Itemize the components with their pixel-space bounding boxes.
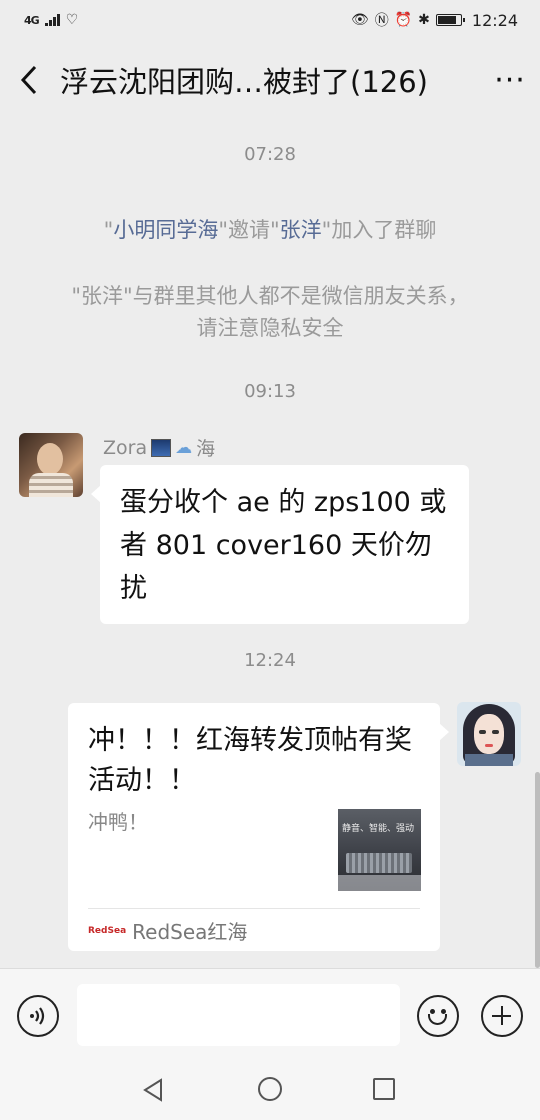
status-left: 4G ♡ [24, 12, 78, 28]
title-bar: 浮云沈阳团购…被封了(126) ··· [0, 40, 540, 120]
avatar-lips [485, 744, 493, 747]
timestamp: 09:13 [244, 381, 296, 402]
quote: " [270, 218, 280, 242]
card-description: 冲鸭！ [88, 810, 148, 834]
message-input[interactable] [77, 984, 400, 1046]
voice-icon[interactable] [17, 995, 59, 1037]
timestamp: 12:24 [244, 650, 296, 671]
card-source: RedSea RedSea红海 [88, 916, 247, 945]
chat-title: 浮云沈阳团购…被封了(126) [60, 65, 428, 99]
quote: " [218, 218, 228, 242]
heart-icon: ♡ [65, 12, 79, 28]
warning-line-1: "张洋"与群里其他人都不是微信朋友关系， [71, 284, 469, 308]
emoji-icon[interactable] [417, 995, 459, 1037]
system-invite-message: "小明同学海"邀请"张洋"加入了群聊 [0, 214, 540, 246]
message-list[interactable]: 07:28 "小明同学海"邀请"张洋"加入了群聊 "张洋"与群里其他人都不是微信… [0, 120, 540, 968]
plus-icon[interactable] [481, 995, 523, 1037]
invitee-name[interactable]: 张洋 [280, 218, 322, 242]
my-avatar[interactable] [457, 702, 521, 766]
sender-name-text: Zora [103, 436, 148, 459]
avatar-face [474, 714, 504, 754]
nfc-icon: Ⓝ [374, 13, 389, 29]
picture-emoji-icon [151, 438, 172, 457]
card-source-name: RedSea红海 [132, 920, 248, 944]
warning-line-2: 请注意隐私安全 [196, 316, 344, 340]
input-bar [0, 968, 540, 1058]
more-icon[interactable]: ··· [480, 40, 540, 120]
avatar-eye [479, 730, 486, 734]
avatar-coat [465, 754, 513, 766]
card-thumbnail: 静音、智能、强动 [338, 809, 421, 891]
timestamp: 07:28 [244, 144, 296, 165]
system-nav-bar [0, 1058, 540, 1120]
inviter-name[interactable]: 小明同学海 [113, 218, 218, 242]
card-title: 冲！！！红海转发顶帖有奖活动！！ [88, 725, 412, 796]
status-right: 👁 Ⓝ ⏰ ✱ 12:24 [351, 10, 518, 30]
quote: " [321, 218, 332, 242]
message-bubble[interactable]: 蛋分收个 ae 的 zps100 或者 801 cover160 天价勿扰 [91, 465, 469, 624]
quote: " [103, 218, 114, 242]
avatar-eye [492, 730, 499, 734]
battery-icon [435, 14, 465, 26]
status-bar: 4G ♡ 👁 Ⓝ ⏰ ✱ 12:24 [0, 0, 540, 40]
invite-suffix: 加入了群聊 [331, 218, 437, 242]
emoji-mouth [428, 1014, 447, 1025]
nav-home-icon[interactable] [258, 1077, 282, 1101]
avatar-shirt [29, 473, 73, 497]
bluetooth-icon: ✱ [418, 12, 430, 28]
avatar-face [37, 443, 63, 475]
nav-back-icon[interactable] [142, 1078, 164, 1106]
alarm-icon: ⏰ [394, 12, 413, 28]
thumbnail-band [338, 875, 421, 891]
avatar[interactable] [19, 433, 83, 497]
chevron-left-icon[interactable] [0, 40, 60, 120]
network-type: 4G [24, 13, 40, 27]
thumbnail-device [346, 853, 412, 873]
system-warning-message: "张洋"与群里其他人都不是微信朋友关系， 请注意隐私安全 [0, 280, 540, 344]
sender-name-suffix: 海 [196, 438, 216, 460]
card-divider [88, 908, 420, 909]
invite-verb: 邀请 [228, 218, 270, 242]
status-time: 12:24 [471, 10, 518, 30]
signal-icon [44, 14, 60, 26]
thumbnail-text: 静音、智能、强动 [342, 824, 415, 834]
scrollbar[interactable] [535, 772, 540, 968]
cloud-rain-emoji-icon: ☁ [175, 437, 193, 458]
sender-name: Zora ☁ 海 [103, 434, 215, 461]
eye-icon: 👁 [350, 12, 369, 28]
nav-recents-icon[interactable] [373, 1078, 395, 1100]
redsea-logo: RedSea [88, 925, 127, 936]
link-card-bubble[interactable]: 冲！！！红海转发顶帖有奖活动！！ 冲鸭！ 静音、智能、强动 RedSea Red… [68, 703, 449, 951]
